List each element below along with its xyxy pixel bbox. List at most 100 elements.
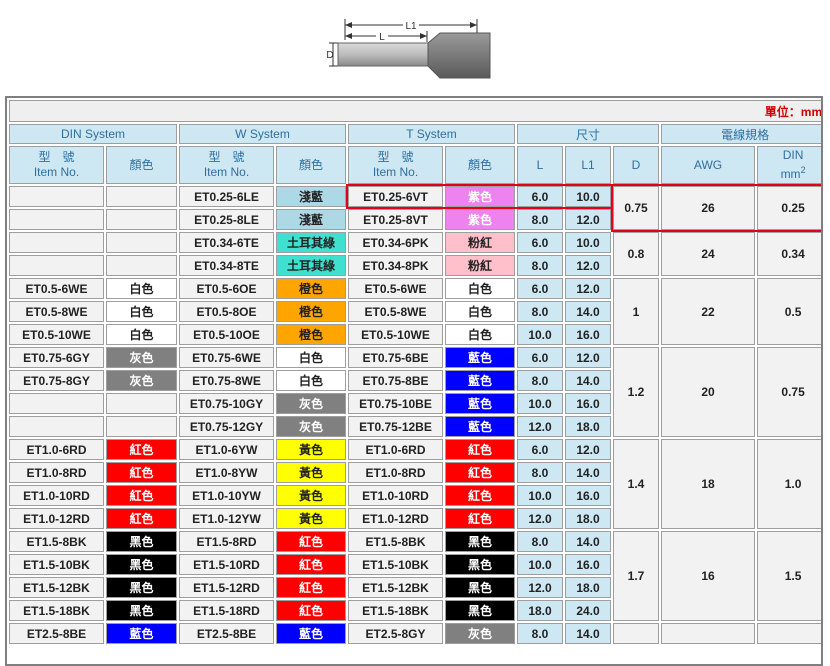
din-item-no [9,416,104,437]
din-color: 紅色 [106,485,177,506]
w-item-no: ET1.5-10RD [179,554,274,575]
t-color: 白色 [445,324,515,345]
din-mm2-value [757,623,821,644]
l-value: 6.0 [517,347,563,368]
w-color: 黃色 [276,462,346,483]
l1-value: 12.0 [565,209,611,230]
din-color: 黑色 [106,531,177,552]
l1-value: 14.0 [565,462,611,483]
w-color: 黃色 [276,485,346,506]
w-color: 土耳其綠 [276,255,346,276]
awg-value: 26 [661,186,755,230]
w-item-no-header: 型 號 Item No. [179,146,274,184]
t-item-no: ET0.25-8VT [348,209,443,230]
din-color: 紅色 [106,462,177,483]
din-item-no: ET0.5-8WE [9,301,104,322]
w-color: 橙色 [276,324,346,345]
w-color: 紅色 [276,600,346,621]
l1-value: 16.0 [565,324,611,345]
d-label: D [326,50,333,61]
l-value: 6.0 [517,186,563,207]
l-value: 10.0 [517,485,563,506]
l-value: 18.0 [517,600,563,621]
d-value: 1.2 [613,347,659,437]
din-item-no: ET1.0-8RD [9,462,104,483]
t-color: 黑色 [445,531,515,552]
spec-table-frame: 單位：mm DIN System W System T System 尺寸 電線… [5,96,823,666]
l1-label: L1 [405,21,417,32]
w-color: 灰色 [276,393,346,414]
w-color: 灰色 [276,416,346,437]
w-item-no: ET1.0-8YW [179,462,274,483]
din-item-no: ET1.5-8BK [9,531,104,552]
din-item-no: ET2.5-8BE [9,623,104,644]
d-value: 1 [613,278,659,345]
table-row: ET1.0-6RD 紅色 ET1.0-6YW 黃色 ET1.0-6RD 紅色 6.0 12.0… [9,439,821,529]
din-mm2-header: DIN mm2 [757,146,821,184]
din-item-no: ET0.75-6GY [9,347,104,368]
awg-value [661,623,755,644]
unit-label: 單位：mm [9,100,821,122]
l1-value: 16.0 [565,554,611,575]
din-color [106,255,177,276]
din-item-no [9,255,104,276]
l1-value: 12.0 [565,278,611,299]
din-mm2-value: 0.5 [757,278,821,345]
w-item-no: ET0.75-12GY [179,416,274,437]
ferrule-spec-table: 單位：mm DIN System W System T System 尺寸 電線… [7,98,821,646]
t-system-header: T System [348,124,515,144]
din-mm2-value: 0.75 [757,347,821,437]
t-item-no: ET0.75-6BE [348,347,443,368]
din-item-no [9,232,104,253]
l1-value: 18.0 [565,508,611,529]
t-item-no: ET0.75-10BE [348,393,443,414]
l1-value: 12.0 [565,439,611,460]
din-color: 藍色 [106,623,177,644]
l1-value: 14.0 [565,370,611,391]
din-item-no-header: 型 號 Item No. [9,146,104,184]
t-color: 藍色 [445,370,515,391]
din-item-no: ET1.5-12BK [9,577,104,598]
din-color: 黑色 [106,600,177,621]
w-color: 黃色 [276,508,346,529]
w-item-no: ET0.5-8OE [179,301,274,322]
w-item-no: ET0.75-10GY [179,393,274,414]
t-item-no: ET1.5-10BK [348,554,443,575]
din-item-no: ET1.5-10BK [9,554,104,575]
din-color-header: 顏色 [106,146,177,184]
w-item-no: ET0.25-6LE [179,186,274,207]
w-item-no: ET2.5-8BE [179,623,274,644]
awg-header: AWG [661,146,755,184]
awg-value: 22 [661,278,755,345]
table-row: ET0.75-6GY 灰色 ET0.75-6WE 白色 ET0.75-6BE 藍色 6.0 1… [9,347,821,437]
l-value: 6.0 [517,232,563,253]
l-value: 10.0 [517,554,563,575]
t-color: 紅色 [445,485,515,506]
table-row: ET0.5-6WE 白色 ET0.5-6OE 橙色 ET0.5-6WE 白色 6.0 12.0… [9,278,821,345]
w-item-no: ET1.0-10YW [179,485,274,506]
t-item-no: ET1.0-6RD [348,439,443,460]
awg-value: 16 [661,531,755,621]
din-color: 灰色 [106,347,177,368]
awg-value: 18 [661,439,755,529]
w-color: 淺藍 [276,186,346,207]
t-item-no: ET0.75-12BE [348,416,443,437]
table-row: ET0.25-6LE 淺藍 ET0.25-6VT 紫色 6.0 10.0 0.75 26 0.2… [9,186,821,230]
din-item-no: ET0.75-8GY [9,370,104,391]
l-value: 8.0 [517,462,563,483]
t-item-no: ET0.5-10WE [348,324,443,345]
w-item-no: ET0.34-6TE [179,232,274,253]
t-item-no: ET0.25-6VT [348,186,443,207]
l-value: 8.0 [517,623,563,644]
l1-value: 24.0 [565,600,611,621]
l1-value: 16.0 [565,393,611,414]
w-item-no: ET1.0-12YW [179,508,274,529]
w-color: 紅色 [276,577,346,598]
w-color: 橙色 [276,301,346,322]
t-color: 紫色 [445,209,515,230]
din-color [106,416,177,437]
l1-header: L1 [565,146,611,184]
t-item-no: ET1.0-8RD [348,462,443,483]
wire-spec-header: 電線規格 [661,124,821,144]
din-item-no: ET0.5-10WE [9,324,104,345]
